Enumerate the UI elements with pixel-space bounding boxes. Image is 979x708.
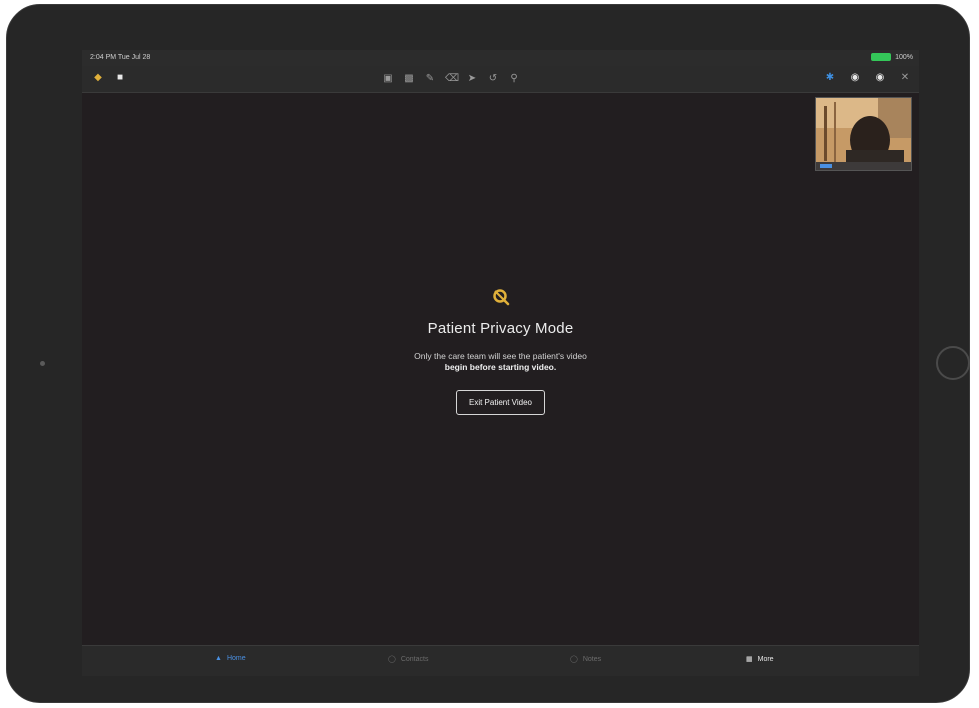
exit-patient-video-button[interactable]: Exit Patient Video [455,390,545,415]
home-icon: ▲ [215,655,222,662]
status-bar: 2:04 PM Tue Jul 28 100% [82,50,919,66]
more-icon: ▦ [746,656,753,663]
privacy-eye-off-icon [492,289,509,306]
status-right: 100% [871,53,913,61]
contacts-icon: ◯ [388,656,396,663]
app-screen: 2:04 PM Tue Jul 28 100% ◆ ■ ▣ ▩ ✎ ⌫ ➤ ↺ … [82,50,919,676]
tab-contacts[interactable]: ◯ Contacts [388,655,429,664]
close-icon[interactable]: ✕ [899,72,911,84]
battery-icon [871,53,892,61]
self-view-video[interactable] [815,97,912,171]
privacy-desc-line1: Only the care team will see the patient'… [414,351,587,361]
shield-icon[interactable]: ◉ [874,72,886,84]
tab-contacts-label: Contacts [400,655,429,663]
pencil-icon[interactable]: ✎ [424,73,436,85]
video-icon[interactable]: ▣ [382,73,394,85]
status-time: 2:04 PM Tue Jul 28 [90,54,151,61]
tab-notes[interactable]: ◯ Notes [570,655,602,664]
search-icon[interactable]: ⚲ [508,73,520,85]
tab-home-label: Home [226,655,246,662]
shield-icon[interactable]: ◆ [92,72,104,84]
chat-icon[interactable]: ■ [114,72,126,84]
tab-notes-label: Notes [582,655,602,663]
tab-more-label: More [757,655,774,663]
privacy-mode-panel: Patient Privacy Mode Only the care team … [82,288,919,415]
toolbar-tools: ▣ ▩ ✎ ⌫ ➤ ↺ ⚲ [382,73,520,85]
shield-icon[interactable]: ◉ [849,72,861,84]
tablet-device: 2:04 PM Tue Jul 28 100% ◆ ■ ▣ ▩ ✎ ⌫ ➤ ↺ … [6,4,970,703]
tab-more[interactable]: ▦ More [746,655,774,664]
front-camera [40,361,45,366]
cursor-icon[interactable]: ➤ [466,73,478,85]
eraser-icon[interactable]: ⌫ [445,73,459,85]
monitor-icon[interactable]: ▩ [403,73,415,85]
privacy-description: Only the care team will see the patient'… [361,351,641,373]
call-toolbar: ◆ ■ ▣ ▩ ✎ ⌫ ➤ ↺ ⚲ ✱ ◉ ◉ ✕ [82,66,919,93]
home-button[interactable] [936,346,970,380]
bluetooth-icon[interactable]: ✱ [824,72,836,84]
undo-icon[interactable]: ↺ [487,73,499,85]
tab-home[interactable]: ▲ Home [215,655,246,662]
privacy-title: Patient Privacy Mode [427,320,574,337]
privacy-desc-line2: begin before starting video. [444,362,557,372]
bottom-tab-bar: ▲ Home ◯ Contacts ◯ Notes ▦ More [82,645,919,676]
notes-icon: ◯ [570,656,578,663]
battery-level: 100% [895,53,913,61]
